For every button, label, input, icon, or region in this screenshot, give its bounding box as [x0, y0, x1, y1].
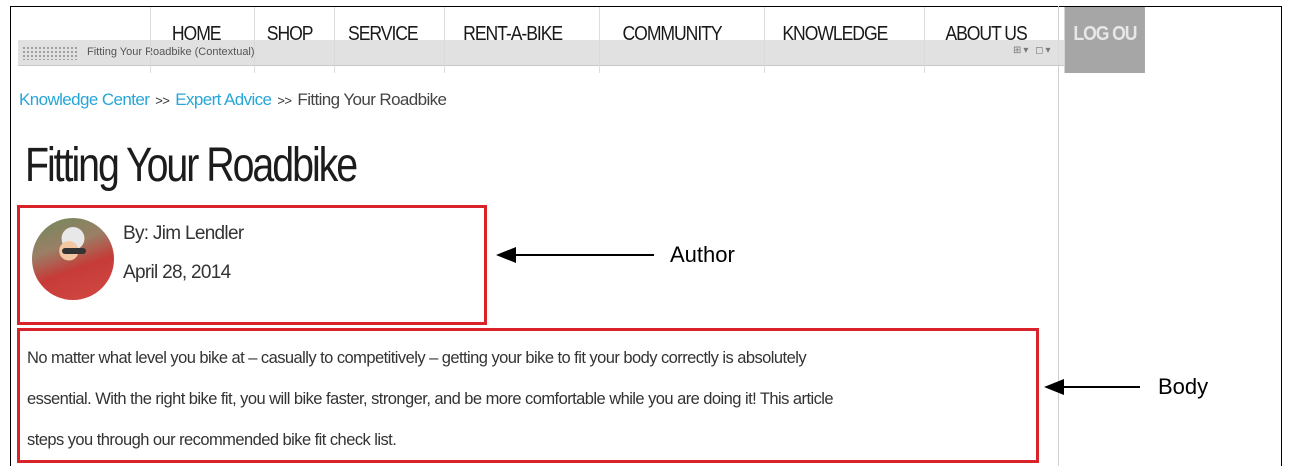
body-arrow-head-icon	[1044, 379, 1064, 395]
author-arrow-line	[514, 254, 654, 256]
body-line: No matter what level you bike at – casua…	[27, 349, 807, 367]
nav-item-home[interactable]: HOME	[150, 7, 242, 73]
nav-item-service[interactable]: SERVICE	[334, 7, 431, 73]
nav-label: COMMUNITY	[622, 23, 723, 45]
breadcrumb-separator: >>	[277, 93, 292, 108]
nav-label: SHOP	[266, 23, 314, 45]
nav-item-shop[interactable]: SHOP	[254, 7, 324, 73]
author-name[interactable]: By: Jim Lendler	[123, 223, 244, 245]
frame-left-border	[10, 6, 11, 466]
body-line: essential. With the right bike fit, you …	[27, 390, 834, 408]
nav-label: HOME	[171, 23, 222, 45]
publish-date: April 28, 2014	[123, 262, 231, 283]
article-body: No matter what level you bike at – casua…	[27, 338, 1037, 461]
body-line: steps you through our recommended bike f…	[27, 431, 397, 449]
page-title: Fitting Your Roadbike	[25, 139, 358, 192]
author-avatar	[32, 218, 114, 300]
nav-label: RENT-A-BIKE	[463, 23, 563, 45]
nav-item-about-us[interactable]: ABOUT US	[924, 7, 1047, 73]
breadcrumb-separator: >>	[155, 93, 170, 108]
main-nav: HOME SHOP SERVICE RENT-A-BIKE COMMUNITY …	[150, 7, 1156, 73]
body-annotation-label: Body	[1158, 374, 1209, 399]
nav-label: SERVICE	[348, 23, 419, 45]
frame-right-border	[1281, 6, 1282, 466]
breadcrumb: Knowledge Center >> Expert Advice >> Fitting…	[19, 90, 447, 110]
page-edge	[1058, 6, 1059, 466]
nav-item-rent-a-bike[interactable]: RENT-A-BIKE	[444, 7, 580, 73]
body-arrow-line	[1062, 386, 1140, 388]
avatar-glasses	[62, 248, 86, 254]
breadcrumb-link-expert-advice[interactable]: Expert Advice	[175, 90, 272, 109]
breadcrumb-current: Fitting Your Roadbike	[297, 90, 447, 109]
nav-label: LOG OU	[1073, 23, 1137, 45]
breadcrumb-link-knowledge-center[interactable]: Knowledge Center	[19, 90, 150, 109]
author-annotation-label: Author	[670, 242, 735, 267]
nav-label: ABOUT US	[945, 23, 1027, 45]
nav-item-logout[interactable]: LOG OU	[1064, 7, 1145, 73]
author-arrow-head-icon	[496, 247, 516, 263]
nav-item-knowledge[interactable]: KNOWLEDGE	[764, 7, 905, 73]
drag-handle-icon[interactable]	[22, 46, 78, 60]
nav-label: KNOWLEDGE	[782, 23, 888, 45]
nav-item-community[interactable]: COMMUNITY	[599, 7, 744, 73]
